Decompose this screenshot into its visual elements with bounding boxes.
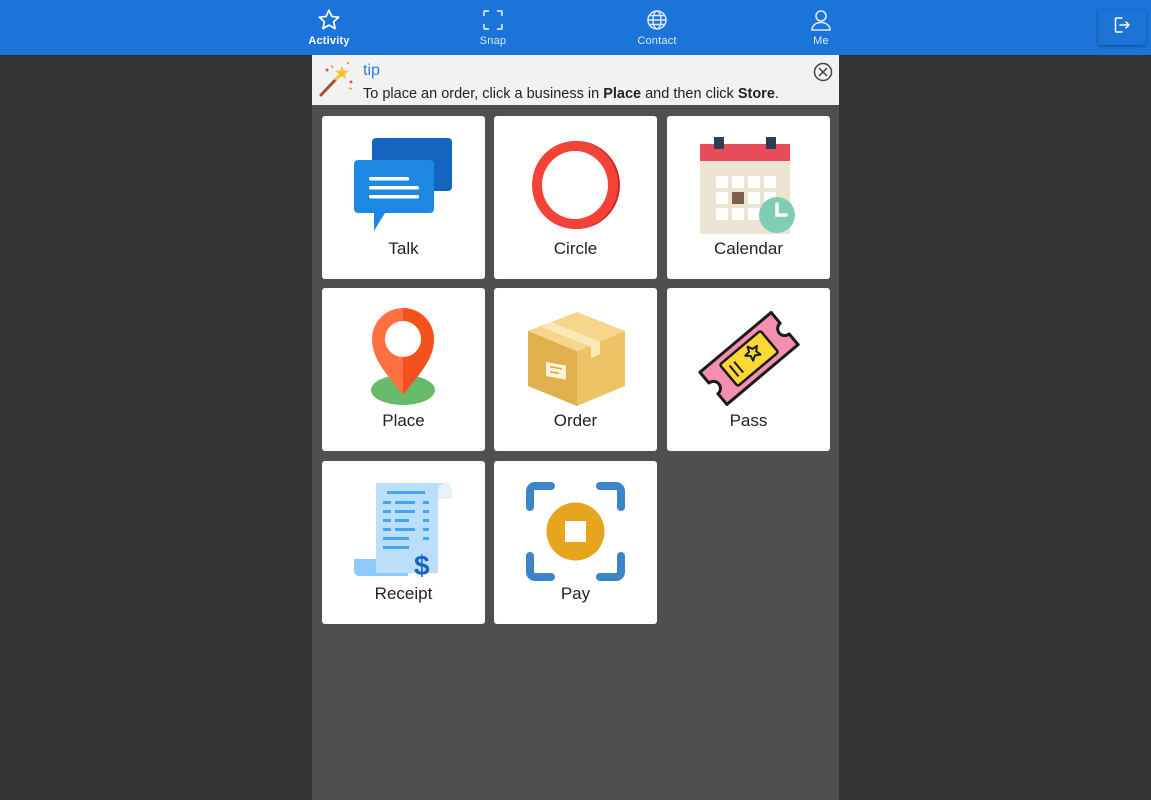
globe-icon bbox=[645, 8, 669, 32]
receipt-icon: $ bbox=[351, 479, 456, 584]
tile-label: Pay bbox=[560, 584, 591, 603]
tip-banner: tip To place an order, click a business … bbox=[312, 55, 839, 105]
person-icon bbox=[809, 8, 833, 32]
tile-label: Receipt bbox=[374, 584, 433, 603]
tile-label: Circle bbox=[553, 239, 598, 258]
map-pin-icon bbox=[351, 306, 456, 411]
nav-tab-label: Contact bbox=[637, 35, 677, 47]
tile-pay[interactable]: Pay bbox=[494, 461, 657, 624]
nav-tab-activity[interactable]: Activity bbox=[284, 0, 374, 55]
scan-pay-icon bbox=[523, 479, 628, 584]
logout-button[interactable] bbox=[1098, 10, 1146, 45]
nav-tab-label: Activity bbox=[308, 35, 350, 47]
nav-tab-snap[interactable]: Snap bbox=[448, 0, 538, 55]
activity-panel: tip To place an order, click a business … bbox=[312, 55, 839, 800]
top-nav-bar: Activity Snap Contact Me bbox=[0, 0, 1151, 55]
tile-label: Place bbox=[382, 411, 425, 430]
tile-label: Calendar bbox=[714, 239, 783, 258]
tile-circle[interactable]: Circle bbox=[494, 116, 657, 279]
nav-tab-me[interactable]: Me bbox=[776, 0, 866, 55]
box-icon bbox=[523, 306, 628, 411]
tile-order[interactable]: Order bbox=[494, 288, 657, 451]
tile-label: Talk bbox=[388, 239, 419, 258]
tile-receipt[interactable]: $ Receipt bbox=[322, 461, 485, 624]
tile-talk[interactable]: Talk bbox=[322, 116, 485, 279]
red-ring-icon bbox=[523, 134, 628, 239]
tile-pass[interactable]: Pass bbox=[667, 288, 830, 451]
star-icon bbox=[317, 8, 341, 32]
magic-wand-icon bbox=[317, 60, 355, 98]
tile-place[interactable]: Place bbox=[322, 288, 485, 451]
tip-title: tip bbox=[363, 62, 380, 79]
nav-tab-label: Snap bbox=[479, 35, 507, 47]
svg-text:$: $ bbox=[414, 550, 430, 581]
nav-tab-label: Me bbox=[813, 35, 829, 47]
scan-frame-icon bbox=[481, 8, 505, 32]
tile-label: Pass bbox=[729, 411, 768, 430]
logout-icon bbox=[1113, 16, 1131, 39]
nav-tab-contact[interactable]: Contact bbox=[612, 0, 702, 55]
close-circle-icon[interactable] bbox=[813, 62, 833, 82]
ticket-icon bbox=[696, 306, 801, 411]
tile-calendar[interactable]: Calendar bbox=[667, 116, 830, 279]
chat-bubbles-icon bbox=[351, 134, 456, 239]
calendar-clock-icon bbox=[696, 134, 801, 239]
tile-label: Order bbox=[553, 411, 598, 430]
tip-message: To place an order, click a business in P… bbox=[363, 86, 779, 102]
